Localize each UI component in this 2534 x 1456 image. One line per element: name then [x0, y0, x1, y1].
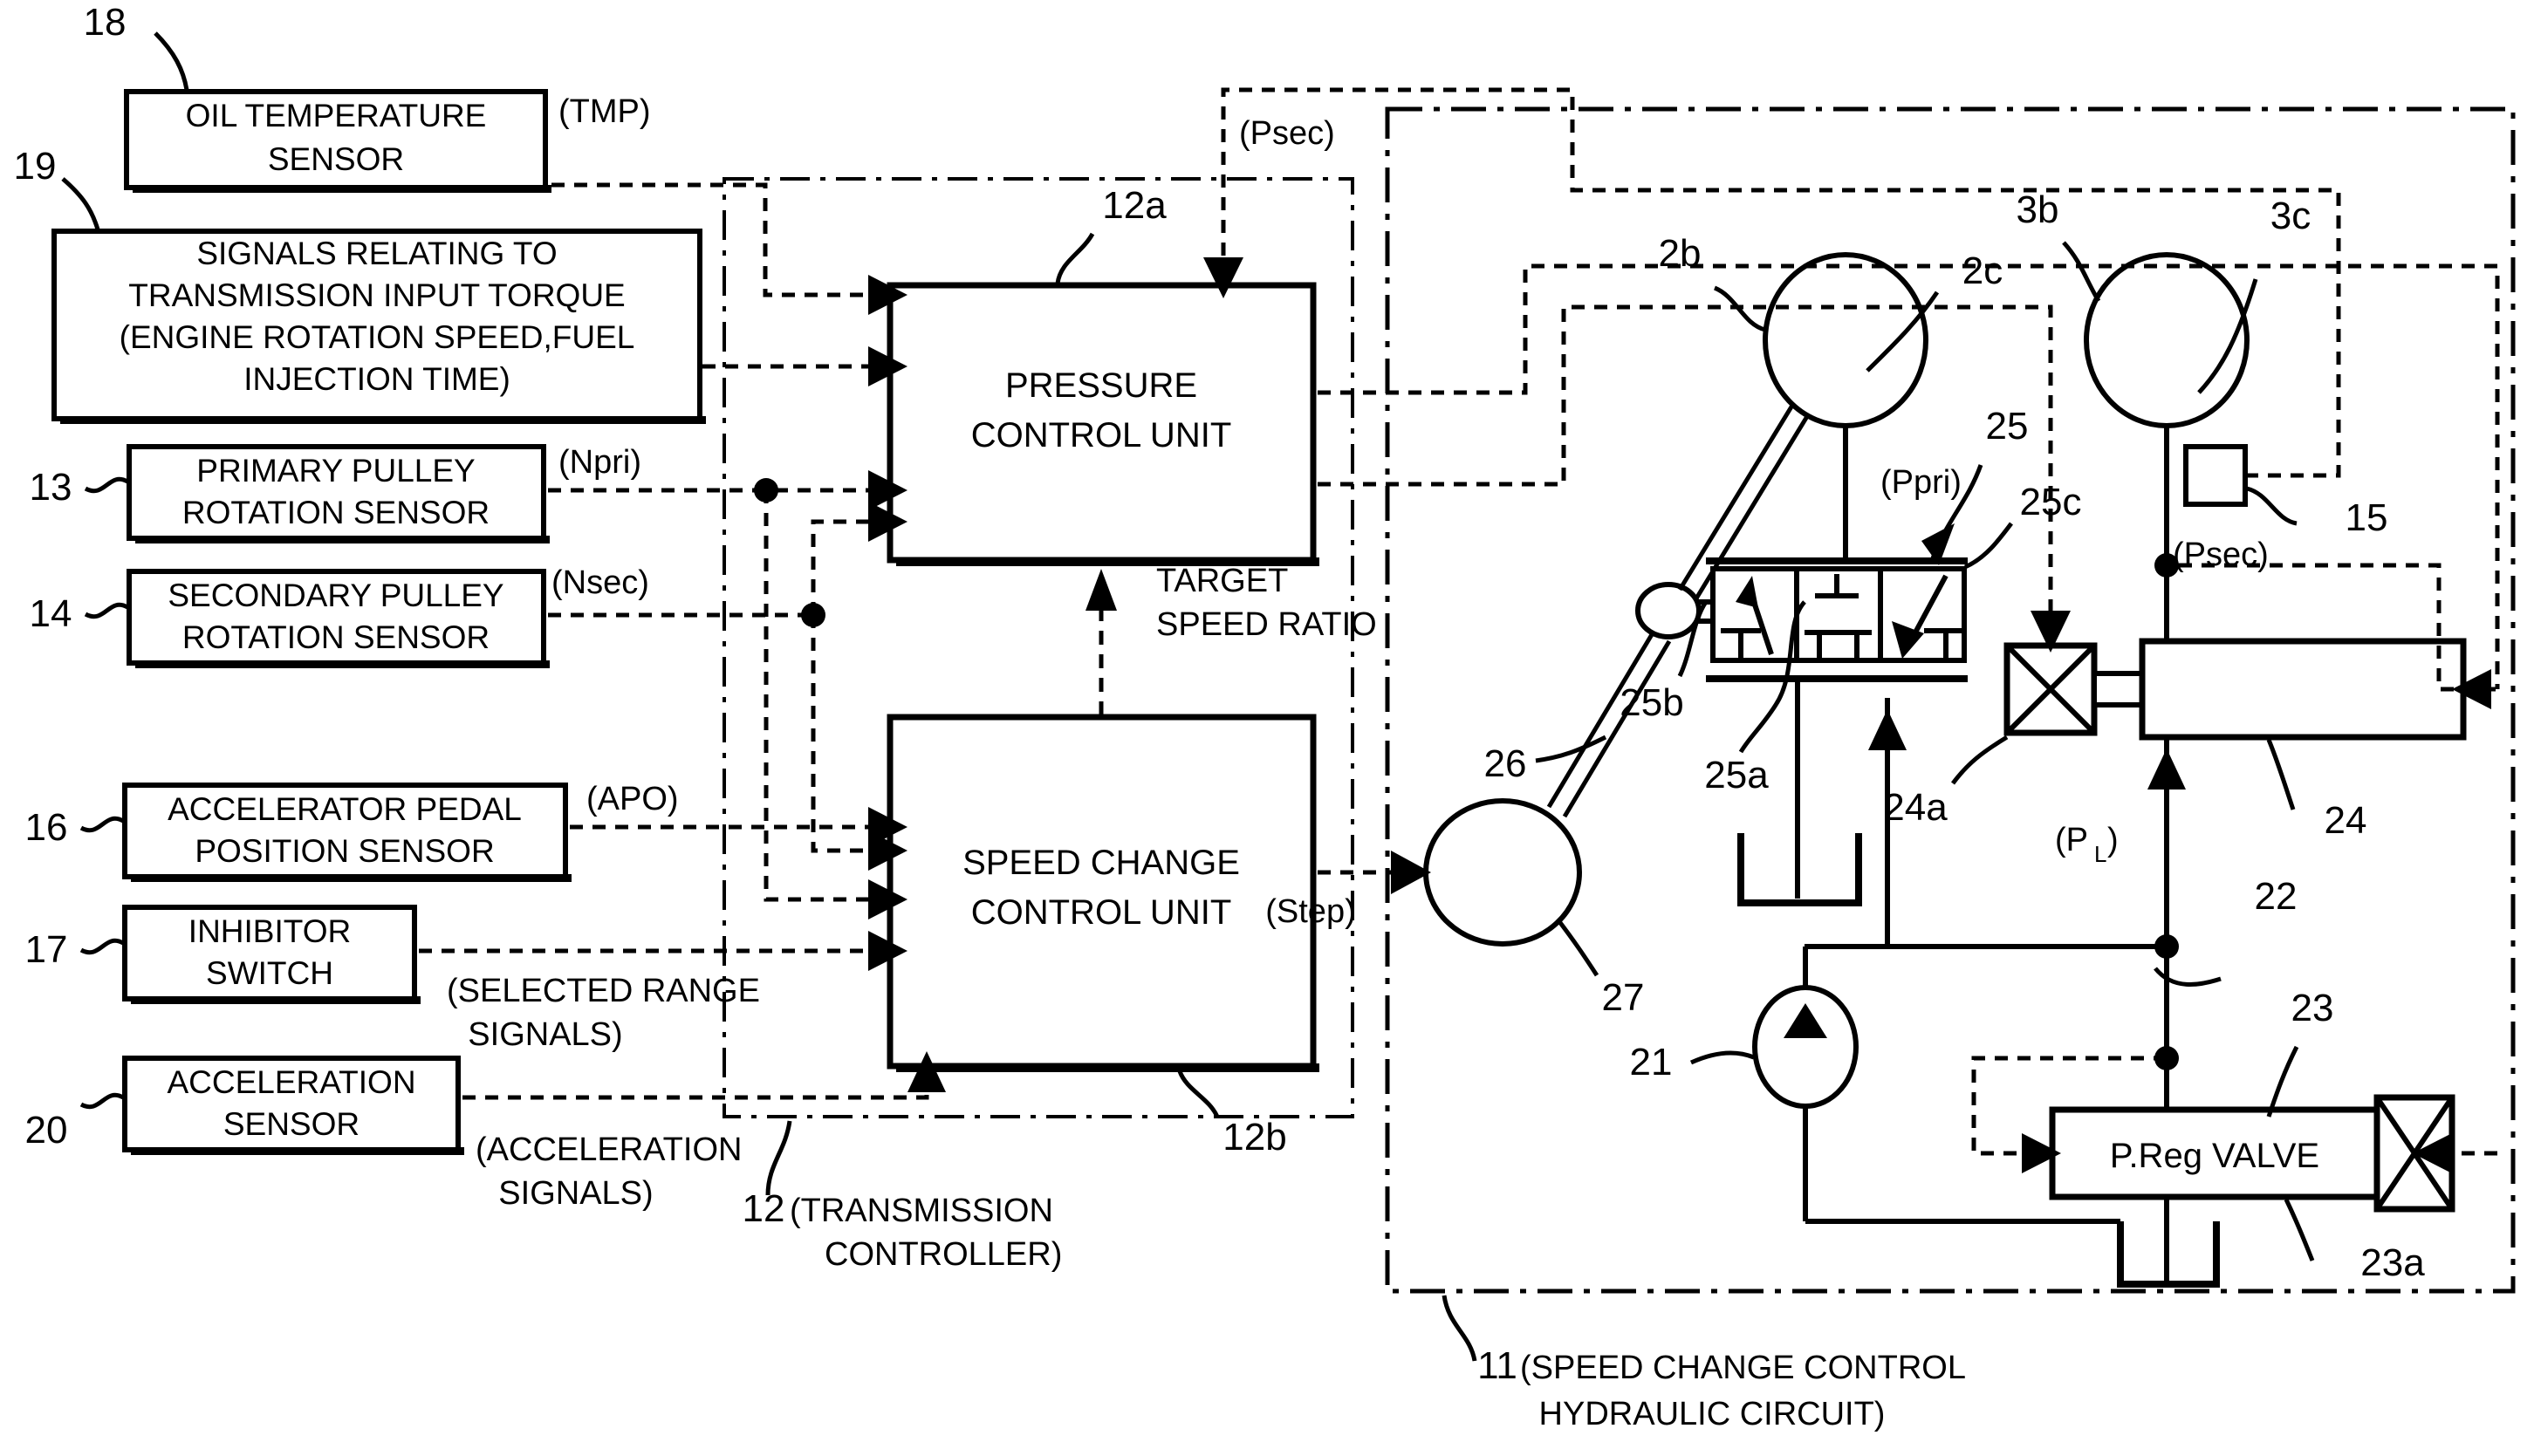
sensor-label-line1: SECONDARY PULLEY [168, 578, 503, 613]
step-signal-label: (Step) [1265, 893, 1355, 930]
sensor-label-line1: INHIBITOR [188, 913, 351, 949]
ref-number-16: 16 [25, 806, 68, 849]
controller-caption-line2: CONTROLLER) [825, 1236, 1062, 1273]
speed-change-control-unit-line1: SPEED CHANGE [962, 844, 1240, 882]
ref-number-12a: 12a [1102, 184, 1167, 227]
target-speed-ratio-line2: SPEED RATIO [1156, 606, 1377, 643]
sensor-label-line1: SIGNALS RELATING TO [196, 236, 557, 271]
signal-label-acceleration-1: (ACCELERATION [476, 1131, 742, 1168]
sensor-label-line1: PRIMARY PULLEY [196, 453, 475, 489]
ref-number-17: 17 [25, 928, 68, 971]
ref-number-25a: 25a [1704, 754, 1769, 796]
patent-figure-canvas: OIL TEMPERATURE SENSOR 18 (TMP) SIGNALS … [0, 0, 2534, 1456]
ref-number-13: 13 [30, 466, 72, 509]
ref-number-26: 26 [1484, 742, 1527, 785]
sensor-label-line2: SENSOR [223, 1106, 360, 1142]
pressure-label-ppri: (Ppri) [1880, 464, 1962, 501]
pressure-regulating-valve: P.Reg VALVE [2049, 1106, 2380, 1200]
sensor-box-primary-pulley: PRIMARY PULLEY ROTATION SENSOR [127, 444, 550, 543]
sensor-label-line2: SWITCH [206, 955, 333, 991]
ref-number-21: 21 [1630, 1041, 1673, 1083]
ref-number-24a: 24a [1883, 786, 1948, 829]
ref-number-2c: 2c [1962, 250, 2003, 292]
secondary-pressure-sensor-box [2183, 444, 2248, 507]
ref-number-14: 14 [30, 592, 72, 635]
speed-change-control-unit-box: SPEED CHANGE CONTROL UNIT [887, 714, 1319, 1072]
ref-number-22: 22 [2255, 875, 2298, 918]
sensor-label-line1: ACCELERATOR PEDAL [168, 791, 522, 827]
sensor-label-line1: OIL TEMPERATURE [186, 98, 487, 133]
sensor-label-line1: ACCELERATION [167, 1064, 415, 1100]
pressure-control-unit-line1: PRESSURE [1005, 366, 1197, 405]
hydraulic-caption-line1: (SPEED CHANGE CONTROL [1520, 1350, 1966, 1386]
ref-number-11: 11 [1477, 1344, 1517, 1387]
pressure-label-psec-top: (Psec) [1239, 115, 1335, 152]
sensor-label-line2: SENSOR [268, 141, 404, 177]
ref-number-12: 12 [743, 1187, 785, 1230]
pressure-label-psec-sensor: (Psec) [2173, 537, 2269, 573]
ref-number-25: 25 [1986, 405, 2029, 448]
sensor-label-line2: ROTATION SENSOR [182, 495, 490, 530]
ref-number-27: 27 [1602, 976, 1645, 1019]
sensor-box-inhibitor-switch: INHIBITOR SWITCH [122, 905, 421, 1004]
secondary-pressure-valve [2139, 638, 2467, 741]
pressure-control-unit-line2: CONTROL UNIT [971, 416, 1232, 455]
p-reg-valve-label: P.Reg VALVE [2110, 1137, 2319, 1175]
primary-pulley-cylinder [1763, 252, 1928, 428]
ref-number-15: 15 [2346, 496, 2388, 539]
sensor-label-line4: INJECTION TIME) [243, 361, 510, 397]
sensor-label-line3: (ENGINE ROTATION SPEED,FUEL [120, 319, 635, 355]
signal-label-npri: (Npri) [558, 444, 641, 481]
signal-label-selected-range-1: (SELECTED RANGE [447, 973, 760, 1009]
pressure-label-line-pressure-open: (P [2055, 822, 2088, 858]
ref-number-23: 23 [2291, 987, 2334, 1029]
sensor-label-line2: POSITION SENSOR [195, 833, 494, 869]
ref-number-3c: 3c [2270, 195, 2311, 237]
ref-number-18: 18 [84, 1, 127, 44]
ref-number-23a: 23a [2360, 1241, 2425, 1284]
sensor-box-accelerator-pedal: ACCELERATOR PEDAL POSITION SENSOR [122, 783, 572, 882]
signal-label-tmp: (TMP) [558, 93, 651, 130]
hydraulic-caption-line2: HYDRAULIC CIRCUIT) [1539, 1396, 1886, 1432]
speed-change-control-valve [1710, 566, 1967, 663]
ref-number-20: 20 [25, 1109, 68, 1152]
ref-number-19: 19 [14, 145, 57, 188]
sensor-box-input-torque: SIGNALS RELATING TO TRANSMISSION INPUT T… [51, 229, 706, 424]
signal-label-acceleration-2: SIGNALS) [498, 1175, 653, 1212]
pressure-control-unit-box: PRESSURE CONTROL UNIT [887, 282, 1319, 566]
pressure-label-line-pressure-close: ) [2107, 822, 2119, 858]
step-motor [1423, 798, 1582, 947]
signal-label-nsec: (Nsec) [551, 564, 649, 601]
pressure-label-line-pressure-sub: L [2094, 841, 2106, 867]
ref-number-2b: 2b [1659, 232, 1702, 275]
ref-number-3b: 3b [2017, 188, 2059, 231]
link-joint-25b [1635, 582, 1702, 639]
speed-change-control-unit-line2: CONTROL UNIT [971, 893, 1232, 932]
sensor-label-line2: TRANSMISSION INPUT TORQUE [128, 277, 625, 313]
signal-label-selected-range-2: SIGNALS) [468, 1016, 622, 1053]
ref-number-12b: 12b [1222, 1116, 1286, 1159]
ref-number-25b: 25b [1620, 681, 1683, 724]
signal-label-apo: (APO) [586, 781, 679, 817]
controller-caption-line1: (TRANSMISSION [790, 1193, 1053, 1229]
ref-number-24: 24 [2325, 799, 2367, 842]
target-speed-ratio-line1: TARGET [1156, 563, 1288, 599]
sensor-box-oil-temperature: OIL TEMPERATURE SENSOR [124, 89, 551, 193]
sensor-box-secondary-pulley: SECONDARY PULLEY ROTATION SENSOR [127, 569, 550, 668]
block-diagram-svg: OIL TEMPERATURE SENSOR 18 (TMP) SIGNALS … [14, 1, 2516, 1432]
sensor-label-line2: ROTATION SENSOR [182, 619, 490, 655]
sensor-box-acceleration: ACCELERATION SENSOR [122, 1056, 464, 1155]
secondary-pulley-cylinder [2084, 252, 2250, 428]
